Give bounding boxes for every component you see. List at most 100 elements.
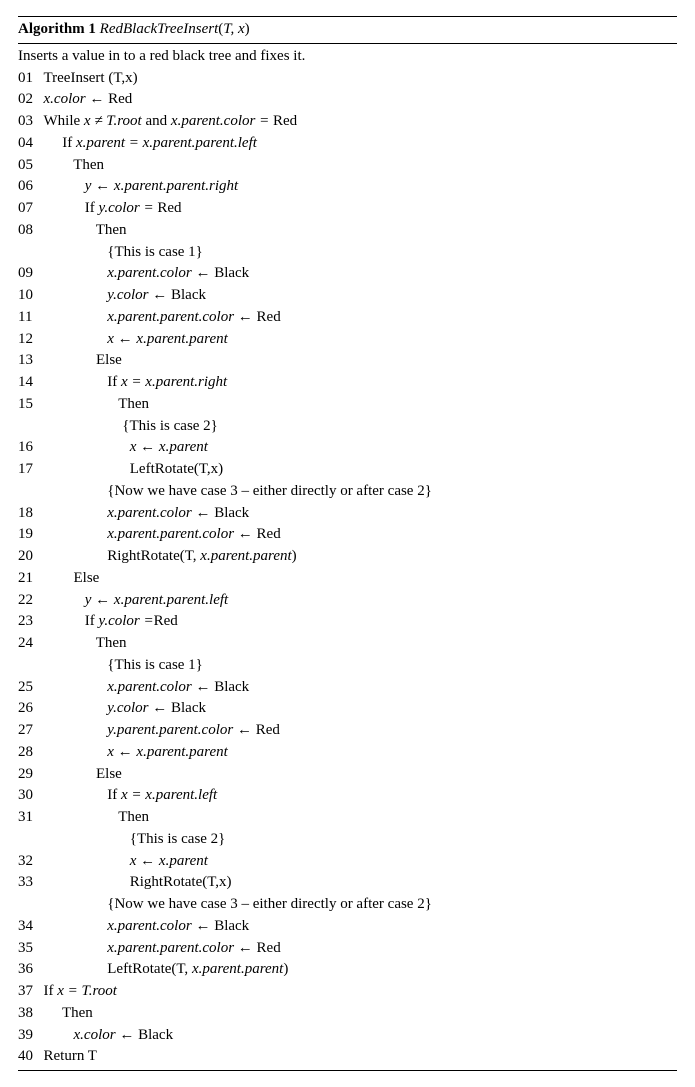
keyword-then: Then (96, 222, 127, 238)
line-var: x.parent.parent.color (107, 940, 234, 956)
algo-line: 02x.color ← Red (18, 89, 677, 111)
val: Red (273, 113, 297, 129)
expr: x = x.parent.left (121, 787, 217, 803)
line-number: 08 (18, 220, 44, 242)
line-number: 05 (18, 155, 44, 177)
line-text: LeftRotate(T, (107, 961, 192, 977)
line-val: Black (171, 287, 206, 303)
algo-line: 20 RightRotate(T, x.parent.parent) (18, 546, 677, 568)
line-number: 39 (18, 1025, 44, 1047)
line-val: Red (256, 722, 280, 738)
line-number: 19 (18, 524, 44, 546)
line-number: 24 (18, 633, 44, 655)
line-number: 27 (18, 720, 44, 742)
arrow: ← (86, 91, 109, 107)
line-val: Black (214, 679, 249, 695)
keyword-else: Else (74, 570, 100, 586)
line-val: Black (214, 918, 249, 934)
algo-line: 18 x.parent.color ← Black (18, 503, 677, 525)
line-number: 33 (18, 872, 44, 894)
keyword-then: Then (118, 809, 149, 825)
expr: x.parent.color = (171, 113, 273, 129)
algo-comment: {This is case 2} (18, 416, 677, 438)
expr: x ← x.parent (130, 853, 208, 869)
algo-line: 26 y.color ← Black (18, 698, 677, 720)
line-text: RightRotate(T,x) (130, 874, 232, 890)
line-var: x.parent.parent.color (107, 309, 234, 325)
line-number: 18 (18, 503, 44, 525)
arrow: ← (192, 265, 215, 281)
line-var: x.parent.color (107, 265, 191, 281)
line-var: x.parent.color (107, 679, 191, 695)
algo-comment: {This is case 2} (18, 829, 677, 851)
line-var: x.parent.parent.color (107, 526, 234, 542)
comment-text: {This is case 1} (107, 244, 203, 260)
algo-line: 21 Else (18, 568, 677, 590)
algo-line: 03While x ≠ T.root and x.parent.color = … (18, 111, 677, 133)
val: Red (154, 613, 178, 629)
algo-line: 36 LeftRotate(T, x.parent.parent) (18, 959, 677, 981)
close: ) (292, 548, 297, 564)
line-var: x.parent.color (107, 918, 191, 934)
line-var: y.color (107, 287, 148, 303)
line-number: 21 (18, 568, 44, 590)
line-number: 22 (18, 590, 44, 612)
algo-line: 19 x.parent.parent.color ← Red (18, 524, 677, 546)
expr: x ← x.parent.parent (107, 331, 228, 347)
keyword-then: Then (62, 1005, 93, 1021)
line-val: Black (214, 265, 249, 281)
algo-line: 30 If x = x.parent.left (18, 785, 677, 807)
line-number: 15 (18, 394, 44, 416)
line-val: Red (257, 526, 281, 542)
algo-line: 17 LeftRotate(T,x) (18, 459, 677, 481)
algorithm-description: Inserts a value in to a red black tree a… (18, 46, 677, 68)
expr: x ≠ T.root (84, 113, 142, 129)
line-number: 17 (18, 459, 44, 481)
comment-text: {Now we have case 3 – either directly or… (107, 483, 432, 499)
line-number: 02 (18, 89, 44, 111)
line-text: Return T (44, 1048, 97, 1064)
algo-line: 33 RightRotate(T,x) (18, 872, 677, 894)
line-val: Black (138, 1027, 173, 1043)
expr: x ← x.parent.parent (107, 744, 228, 760)
algo-line: 05 Then (18, 155, 677, 177)
algo-line: 28 x ← x.parent.parent (18, 742, 677, 764)
line-number: 01 (18, 68, 44, 90)
algo-line: 10 y.color ← Black (18, 285, 677, 307)
line-number-blank (18, 655, 44, 677)
line-number-blank (18, 894, 44, 916)
keyword-if: If (62, 135, 76, 151)
algo-line: 12 x ← x.parent.parent (18, 329, 677, 351)
keyword-then: Then (96, 635, 127, 651)
line-number: 03 (18, 111, 44, 133)
algo-line: 39 x.color ← Black (18, 1025, 677, 1047)
line-number-blank (18, 481, 44, 503)
algo-line: 31 Then (18, 807, 677, 829)
line-number: 29 (18, 764, 44, 786)
algo-comment: {Now we have case 3 – either directly or… (18, 481, 677, 503)
algorithm-header: Algorithm 1 RedBlackTreeInsert(T, x) (18, 16, 677, 44)
algo-comment: {This is case 1} (18, 655, 677, 677)
line-number: 36 (18, 959, 44, 981)
keyword-if: If (107, 374, 121, 390)
algorithm-footer-rule (18, 1070, 677, 1071)
line-var: x.color (44, 91, 86, 107)
arrow: ← (192, 679, 215, 695)
arrow: ← (234, 940, 257, 956)
algo-line: 22 y ← x.parent.parent.left (18, 590, 677, 612)
algo-comment: {Now we have case 3 – either directly or… (18, 894, 677, 916)
line-number: 26 (18, 698, 44, 720)
line-number: 20 (18, 546, 44, 568)
algo-line: 08 Then (18, 220, 677, 242)
algo-line: 23 If y.color =Red (18, 611, 677, 633)
expr: x = x.parent.right (121, 374, 227, 390)
args-close: ) (245, 21, 250, 37)
line-number: 13 (18, 350, 44, 372)
expr: y ← x.parent.parent.right (85, 178, 238, 194)
algo-line: 04 If x.parent = x.parent.parent.left (18, 133, 677, 155)
keyword-if: If (85, 200, 99, 216)
keyword-while: While (44, 113, 84, 129)
line-var: x.color (74, 1027, 116, 1043)
line-val: Red (108, 91, 132, 107)
line-number: 14 (18, 372, 44, 394)
